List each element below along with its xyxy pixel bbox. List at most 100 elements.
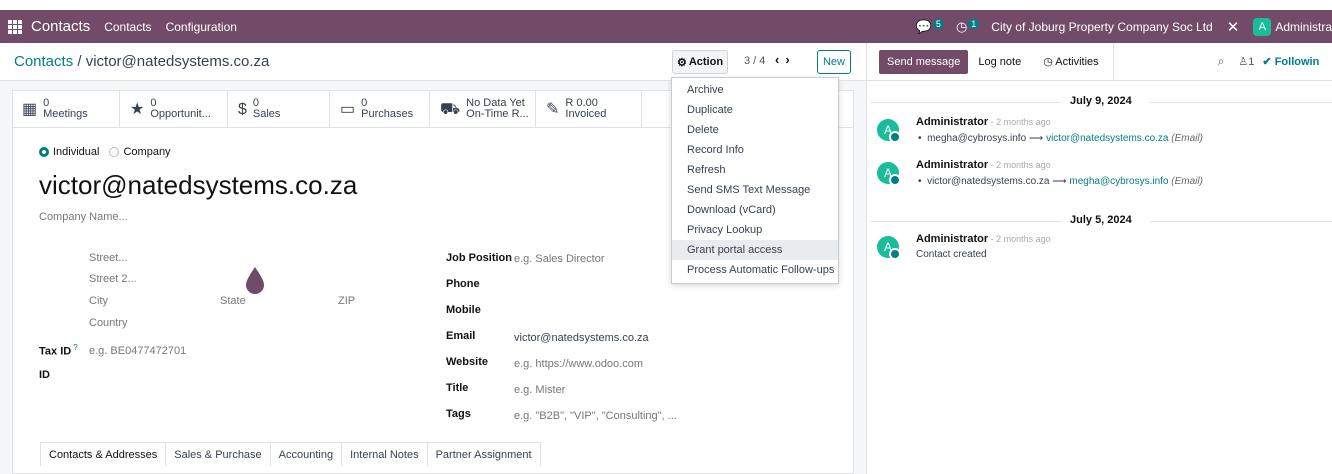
message-author[interactable]: Administrator - 2 months ago bbox=[916, 159, 1051, 171]
company-label: Company bbox=[123, 146, 171, 158]
menu-item-download-vcard[interactable]: Download (vCard) bbox=[672, 200, 838, 220]
opportunities-button[interactable]: ★ 0 Opportunit... bbox=[120, 90, 228, 128]
new-value: victor@natedsystems.co.za bbox=[1046, 133, 1169, 144]
following-button[interactable]: ✔ Followin bbox=[1262, 55, 1319, 68]
activities-button[interactable]: ◷ Activities bbox=[1043, 55, 1098, 68]
menu-item-record-info[interactable]: Record Info bbox=[672, 140, 838, 160]
state-field[interactable]: State bbox=[220, 295, 246, 307]
tax-id-text: Tax ID bbox=[39, 345, 72, 358]
mobile-field[interactable] bbox=[514, 302, 664, 318]
message-author[interactable]: Administrator - 2 months ago bbox=[916, 116, 1051, 128]
individual-label: Individual bbox=[53, 146, 100, 158]
website-field[interactable]: e.g. https://www.odoo.com bbox=[514, 358, 643, 370]
individual-radio[interactable] bbox=[39, 147, 49, 157]
menu-item-follow-ups[interactable]: Process Automatic Follow-ups bbox=[672, 260, 838, 280]
activities-label: Activities bbox=[1055, 56, 1099, 68]
breadcrumb: Contacts / victor@natedsystems.co.za bbox=[14, 53, 270, 70]
user-menu[interactable]: A Administra bbox=[1253, 17, 1332, 36]
chatter-topbar: Send message Log note ◷ Activities ⌕ ♙1 … bbox=[867, 42, 1332, 81]
country-field[interactable]: Country bbox=[89, 317, 128, 329]
title-field[interactable]: e.g. Mister bbox=[514, 384, 565, 396]
new-button[interactable]: New bbox=[817, 50, 851, 74]
edit-icon: ✎ bbox=[546, 100, 560, 118]
old-value: megha@cybrosys.info bbox=[927, 133, 1027, 144]
city-field[interactable]: City bbox=[89, 295, 108, 307]
divider bbox=[1112, 42, 1114, 81]
email-field[interactable]: victor@natedsystems.co.za bbox=[514, 332, 649, 344]
street2-field[interactable]: Street 2... bbox=[89, 273, 137, 285]
invoiced-button[interactable]: ✎ R 0.00 Invoiced bbox=[536, 90, 642, 128]
app-name[interactable]: Contacts bbox=[31, 18, 90, 35]
company-name-field[interactable]: Company Name... bbox=[39, 211, 128, 223]
control-panel: Contacts / victor@natedsystems.co.za ⚙ Ac… bbox=[0, 43, 866, 81]
messages-icon[interactable]: 💬 5 bbox=[916, 18, 944, 35]
author-avatar[interactable]: A bbox=[877, 119, 901, 143]
menu-configuration[interactable]: Configuration bbox=[166, 20, 237, 34]
tab-accounting[interactable]: Accounting bbox=[270, 442, 343, 466]
old-value: victor@natedsystems.co.za bbox=[927, 176, 1050, 187]
star-icon: ★ bbox=[130, 100, 145, 118]
tab-partner-assignment[interactable]: Partner Assignment bbox=[427, 442, 541, 466]
menu-item-duplicate[interactable]: Duplicate bbox=[672, 100, 838, 120]
check-icon: ✔ bbox=[1262, 56, 1272, 68]
message-author[interactable]: Administrator - 2 months ago bbox=[916, 233, 1051, 245]
company-switcher[interactable]: City of Joburg Property Company Soc Ltd bbox=[991, 20, 1212, 34]
menu-item-grant-portal-access[interactable]: Grant portal access bbox=[672, 240, 838, 260]
help-icon[interactable]: ? bbox=[73, 343, 77, 352]
field-name: (Email) bbox=[1171, 176, 1203, 187]
on-time-rate-button[interactable]: ⛟ No Data Yet On-Time R... bbox=[430, 90, 536, 128]
opportunities-label: Opportunit... bbox=[150, 108, 211, 120]
sales-button[interactable]: $0 Sales bbox=[228, 90, 330, 128]
website-label: Website bbox=[446, 356, 488, 368]
company-radio[interactable] bbox=[109, 147, 120, 157]
action-button[interactable]: ⚙ Action bbox=[672, 50, 728, 74]
zip-field[interactable]: ZIP bbox=[338, 295, 355, 307]
tags-field[interactable]: e.g. "B2B", "VIP", "Consulting", ... bbox=[514, 410, 677, 422]
activities-icon[interactable]: ◷ 1 bbox=[956, 18, 980, 35]
tab-sales-purchase[interactable]: Sales & Purchase bbox=[166, 442, 271, 466]
action-label: Action bbox=[688, 56, 724, 68]
author-avatar[interactable]: A bbox=[877, 236, 901, 260]
send-message-button[interactable]: Send message bbox=[879, 49, 969, 74]
clock-icon: ◷ bbox=[1043, 56, 1053, 68]
phone-field[interactable] bbox=[514, 276, 664, 292]
author-avatar[interactable]: A bbox=[877, 162, 901, 186]
apps-menu-icon[interactable] bbox=[8, 19, 22, 34]
tax-id-field[interactable]: e.g. BE0477472701 bbox=[89, 345, 186, 357]
calendar-icon: ▦ bbox=[22, 100, 38, 118]
credit-card-icon: ▭ bbox=[340, 100, 356, 118]
menu-contacts[interactable]: Contacts bbox=[104, 20, 151, 34]
on-time-label: On-Time R... bbox=[466, 108, 529, 120]
id-label: ID bbox=[39, 369, 50, 381]
menu-item-delete[interactable]: Delete bbox=[672, 120, 838, 140]
partner-name-field[interactable]: victor@natedsystems.co.za bbox=[39, 170, 357, 201]
followers-count: 1 bbox=[1248, 56, 1255, 68]
field-name: (Email) bbox=[1171, 133, 1203, 144]
previous-icon[interactable]: ‹ bbox=[775, 52, 785, 67]
menu-item-refresh[interactable]: Refresh bbox=[672, 160, 838, 180]
menu-item-privacy-lookup[interactable]: Privacy Lookup bbox=[672, 220, 838, 240]
debug-tools-icon[interactable]: ✕ bbox=[1227, 18, 1240, 36]
menu-item-send-sms[interactable]: Send SMS Text Message bbox=[672, 180, 838, 200]
menu-item-archive[interactable]: Archive bbox=[672, 80, 838, 100]
date-label: July 9, 2024 bbox=[1070, 95, 1132, 107]
job-position-field[interactable]: e.g. Sales Director bbox=[514, 253, 604, 265]
following-label: Followin bbox=[1274, 56, 1320, 68]
followers-button[interactable]: ♙1 bbox=[1238, 55, 1254, 68]
purchases-button[interactable]: ▭ 0 Purchases bbox=[330, 90, 430, 128]
log-note-button[interactable]: Log note bbox=[978, 56, 1021, 68]
author-name: Administrator bbox=[916, 116, 989, 128]
pager-value[interactable]: 3 / 4 bbox=[744, 55, 765, 67]
attachment-icon[interactable]: ⌕ bbox=[1218, 54, 1225, 69]
street-field[interactable]: Street... bbox=[89, 252, 128, 264]
author-name: Administrator bbox=[916, 233, 989, 245]
next-icon[interactable]: › bbox=[785, 52, 795, 67]
meetings-button[interactable]: ▦ 0 Meetings bbox=[12, 90, 120, 128]
tab-contacts-addresses[interactable]: Contacts & Addresses bbox=[40, 442, 167, 466]
email-label: Email bbox=[446, 330, 476, 342]
tab-internal-notes[interactable]: Internal Notes bbox=[342, 442, 428, 466]
chatter-panel: Send message Log note ◷ Activities ⌕ ♙1 … bbox=[866, 42, 1332, 474]
message-body: • victor@natedsystems.co.za ⟶ megha@cybr… bbox=[918, 176, 1203, 187]
breadcrumb-parent[interactable]: Contacts bbox=[14, 53, 73, 70]
mobile-label: Mobile bbox=[446, 304, 481, 316]
